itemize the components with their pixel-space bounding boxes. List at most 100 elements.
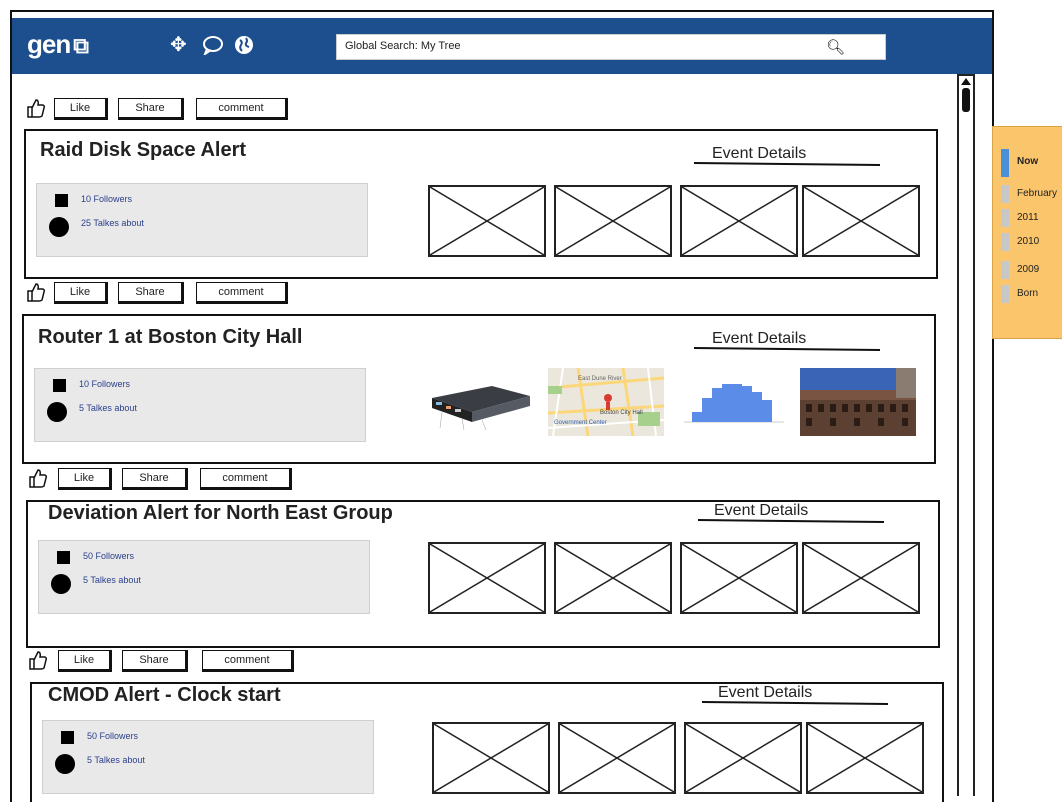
event-details-link[interactable]: Event Details [714,502,808,520]
comment-button[interactable]: comment [196,98,288,120]
talks-about-count[interactable]: 5 Talkes about [79,403,137,413]
map-label: Boston City Hall [600,410,643,416]
talks-about-count[interactable]: 5 Talkes about [87,755,145,765]
timeline-label: 2010 [1017,236,1040,247]
share-button[interactable]: Share [118,282,184,304]
timeline-marker [1001,185,1009,203]
talks-about-icon [51,574,71,594]
timeline-marker [1001,149,1009,177]
image-placeholder[interactable] [684,722,802,794]
event-details-underline [697,519,885,523]
post-actions: Like Share comment [28,648,318,674]
map-image[interactable]: East Dune River Boston City Hall Governm… [548,368,664,436]
image-placeholder[interactable] [554,542,672,614]
timeline-marker [1001,233,1009,251]
post-title[interactable]: Deviation Alert for North East Group [48,502,393,525]
like-button[interactable]: Like [58,468,112,490]
post-card: Router 1 at Boston City Hall Event Detai… [22,314,936,464]
router-image[interactable] [422,368,538,436]
image-placeholder[interactable] [680,185,798,257]
timeline-label: Born [1017,288,1039,299]
map-label: East Dune River [578,376,622,382]
followers-icon [55,194,68,207]
post-stats: 50 Followers 5 Talkes about [42,720,374,794]
followers-icon [57,551,70,564]
event-details-link[interactable]: Event Details [712,145,806,163]
thumbs-up-icon[interactable] [28,650,48,670]
post-card: Raid Disk Space Alert Event Details 10 F… [24,129,938,279]
timeline-item-2009[interactable]: 2009 [1001,261,1062,279]
timeline-label: 2009 [1017,264,1040,275]
share-button[interactable]: Share [122,468,188,490]
talks-about-count[interactable]: 25 Talkes about [81,218,144,228]
timeline-marker [1001,261,1009,279]
talks-about-count[interactable]: 5 Talkes about [83,575,141,585]
image-placeholder[interactable] [802,185,920,257]
scroll-up-arrow-icon[interactable] [961,78,971,85]
followers-count[interactable]: 10 Followers [81,194,132,204]
comment-button[interactable]: comment [196,282,288,304]
logo-text: gen [27,29,71,59]
app-logo[interactable]: gen ⧉ [27,29,89,60]
comment-button[interactable]: comment [202,650,294,672]
search-value: Global Search: My Tree [345,40,461,52]
followers-icon [61,731,74,744]
talks-about-icon [47,402,67,422]
followers-icon [53,379,66,392]
post-actions: Like Share comment [26,96,316,122]
global-search-input[interactable]: Global Search: My Tree 🔍︎ [336,34,886,60]
talks-about-icon [49,217,69,237]
image-placeholder[interactable] [428,542,546,614]
logo-mark-icon: ⧉ [73,33,89,58]
timeline-item-born[interactable]: Born [1001,285,1062,303]
post-card: Deviation Alert for North East Group Eve… [26,500,940,648]
app-window: gen ⧉ ✥ Global Search: My Tree 🔍︎ Like Sh… [10,10,994,802]
thumbs-up-icon[interactable] [28,468,48,488]
share-button[interactable]: Share [122,650,188,672]
top-bar: gen ⧉ ✥ Global Search: My Tree 🔍︎ [12,18,992,74]
post-title[interactable]: CMOD Alert - Clock start [48,684,281,707]
like-button[interactable]: Like [54,282,108,304]
post-stats: 10 Followers 25 Talkes about [36,183,368,257]
vertical-scrollbar[interactable] [957,74,975,796]
thumbs-up-icon[interactable] [26,98,46,118]
post-actions: Like Share comment [28,466,318,492]
search-icon[interactable]: 🔍︎ [826,38,845,56]
chat-icon[interactable] [202,35,224,59]
timeline-item-now[interactable]: Now [1001,149,1062,177]
like-button[interactable]: Like [58,650,112,672]
timeline-item-february[interactable]: February [1001,185,1062,203]
post-title[interactable]: Router 1 at Boston City Hall [38,326,302,349]
timeline-panel: Now February 2011 2010 2009 Born [992,126,1062,339]
image-placeholder[interactable] [680,542,798,614]
thumbs-up-icon[interactable] [26,282,46,302]
timeline-marker [1001,285,1009,303]
image-placeholder[interactable] [432,722,550,794]
like-button[interactable]: Like [54,98,108,120]
histogram-image[interactable] [674,368,790,436]
image-placeholder[interactable] [428,185,546,257]
move-icon[interactable]: ✥ [170,35,187,55]
post-title[interactable]: Raid Disk Space Alert [40,139,246,162]
followers-count[interactable]: 50 Followers [87,731,138,741]
timeline-item-2011[interactable]: 2011 [1001,209,1062,227]
event-details-link[interactable]: Event Details [712,330,806,348]
post-actions: Like Share comment [26,280,316,306]
post-card: CMOD Alert - Clock start Event Details 5… [30,682,944,802]
image-placeholder[interactable] [802,542,920,614]
image-placeholder[interactable] [806,722,924,794]
event-details-link[interactable]: Event Details [718,684,812,702]
followers-count[interactable]: 10 Followers [79,379,130,389]
talks-about-icon [55,754,75,774]
share-button[interactable]: Share [118,98,184,120]
timeline-item-2010[interactable]: 2010 [1001,233,1062,251]
building-image[interactable] [800,368,916,436]
globe-icon[interactable] [234,35,254,59]
timeline-label: Now [1017,156,1039,167]
image-placeholder[interactable] [554,185,672,257]
followers-count[interactable]: 50 Followers [83,551,134,561]
scroll-thumb[interactable] [962,88,970,112]
event-details-underline [693,347,881,351]
image-placeholder[interactable] [558,722,676,794]
comment-button[interactable]: comment [200,468,292,490]
